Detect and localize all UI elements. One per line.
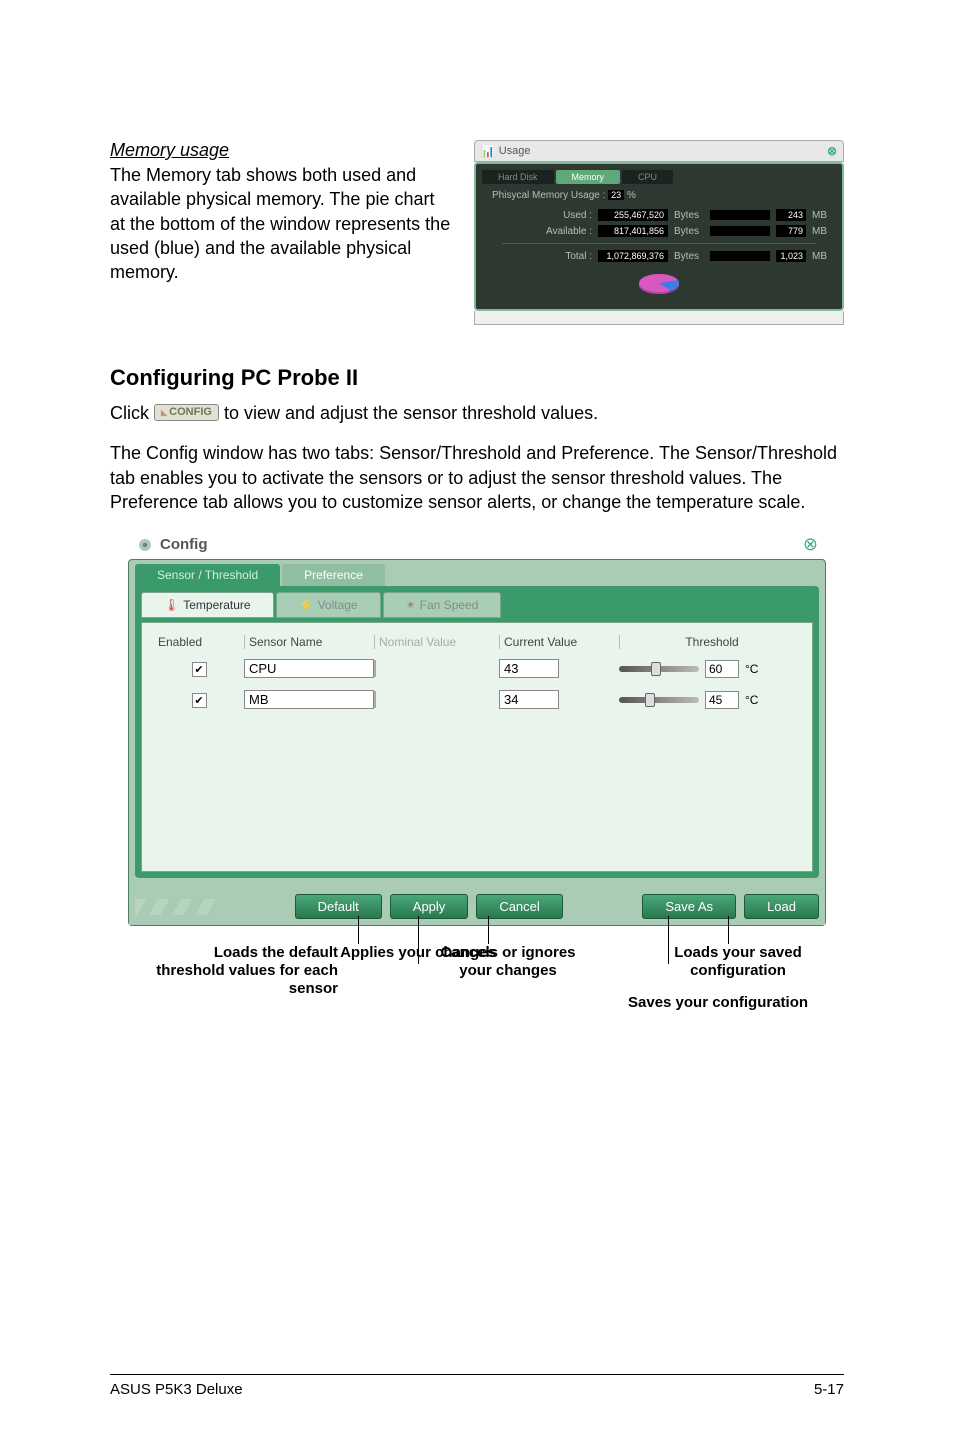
footer-right: 5-17 <box>814 1381 844 1398</box>
cpu-threshold-slider[interactable] <box>619 666 699 672</box>
click-prefix: Click <box>110 403 154 423</box>
close-icon[interactable]: ⊗ <box>803 534 818 555</box>
col-current-value: Current Value <box>499 635 619 649</box>
gear-icon <box>136 536 154 554</box>
cpu-unit: °C <box>745 662 758 676</box>
col-nominal-value: Nominal Value <box>374 635 499 649</box>
fan-icon: ✴ <box>406 598 416 612</box>
anno-save: Saves your configuration <box>628 994 828 1012</box>
mem-row-available: Available : 817,401,856 Bytes 779 MB <box>542 225 836 237</box>
tab-fan-speed[interactable]: ✴ Fan Speed <box>383 592 502 618</box>
mem-used-bytes: 255,467,520 <box>598 209 668 221</box>
mem-used-bar <box>710 210 770 220</box>
cpu-nominal-input <box>374 660 376 677</box>
annotations: Loads the default threshold values for e… <box>128 944 826 1064</box>
tab-memory[interactable]: Memory <box>556 170 621 184</box>
config-button-inline[interactable]: CONFIG <box>154 404 219 421</box>
click-suffix: to view and adjust the sensor threshold … <box>224 403 598 423</box>
mem-used-mb: 243 <box>776 209 806 221</box>
tab-hard-disk[interactable]: Hard Disk <box>482 170 554 184</box>
mb-current-input[interactable]: 34 <box>499 690 559 709</box>
stripes-decoration <box>135 899 215 915</box>
mem-total-unit: Bytes <box>674 251 704 262</box>
mem-avail-bar <box>710 226 770 236</box>
tab-fan-speed-label: Fan Speed <box>420 598 479 612</box>
chart-icon: 📊 <box>481 145 495 158</box>
mb-enabled-checkbox[interactable]: ✔ <box>192 693 207 708</box>
close-icon[interactable]: ⊗ <box>827 144 837 158</box>
voltage-icon: ⚡ <box>299 598 314 612</box>
tab-temperature[interactable]: 🌡 Temperature <box>141 592 274 618</box>
col-sensor-name: Sensor Name <box>244 635 374 649</box>
cpu-threshold-input[interactable]: 60 <box>705 660 739 678</box>
mb-threshold-input[interactable]: 45 <box>705 691 739 709</box>
col-threshold: Threshold <box>619 635 800 649</box>
save-as-button[interactable]: Save As <box>642 894 736 919</box>
mem-total-bar <box>710 251 770 261</box>
tab-sensor-threshold[interactable]: Sensor / Threshold <box>135 564 280 586</box>
mem-total-mb-unit: MB <box>812 251 827 262</box>
percent-sign: % <box>627 190 636 201</box>
phys-mem-label: Phisycal Memory Usage : <box>492 190 605 201</box>
mb-threshold-slider[interactable] <box>619 697 699 703</box>
phys-mem-percent: 23 <box>608 190 624 200</box>
mb-nominal-input <box>374 691 376 708</box>
cpu-enabled-checkbox[interactable]: ✔ <box>192 662 207 677</box>
usage-panel: 📊 Usage ⊗ Hard Disk Memory CPU Phisycal … <box>474 140 844 325</box>
sensor-row-cpu: ✔ CPU 43 60 °C <box>154 659 800 678</box>
mem-used-label: Used : <box>542 210 592 221</box>
mem-used-mb-unit: MB <box>812 210 827 221</box>
pie-chart-icon <box>634 270 684 296</box>
memory-usage-heading: Memory usage <box>110 140 454 161</box>
config-window-title: Config <box>160 536 207 553</box>
memory-usage-body: The Memory tab shows both used and avail… <box>110 163 454 284</box>
col-enabled: Enabled <box>154 635 244 649</box>
sensor-row-mb: ✔ MB 34 45 °C <box>154 690 800 709</box>
thermometer-icon: 🌡 <box>164 598 179 612</box>
footer-left: ASUS P5K3 Deluxe <box>110 1381 243 1398</box>
mem-row-total: Total : 1,072,869,376 Bytes 1,023 MB <box>542 250 836 262</box>
threshold-header: Enabled Sensor Name Nominal Value Curren… <box>154 635 800 651</box>
tab-voltage-label: Voltage <box>318 598 358 612</box>
anno-cancel: Cancels or ignores your changes <box>438 944 578 980</box>
mem-avail-mb-unit: MB <box>812 226 827 237</box>
tab-preference[interactable]: Preference <box>282 564 385 586</box>
para-2: The Config window has two tabs: Sensor/T… <box>110 441 844 514</box>
cpu-current-input[interactable]: 43 <box>499 659 559 678</box>
mem-avail-bytes: 817,401,856 <box>598 225 668 237</box>
mem-avail-unit: Bytes <box>674 226 704 237</box>
section-heading: Configuring PC Probe II <box>110 365 844 391</box>
mem-total-mb: 1,023 <box>776 250 806 262</box>
mem-avail-mb: 779 <box>776 225 806 237</box>
config-panel: Config ⊗ Sensor / Threshold Preference 🌡… <box>128 530 826 926</box>
mb-unit: °C <box>745 693 758 707</box>
tab-cpu[interactable]: CPU <box>622 170 673 184</box>
mem-used-unit: Bytes <box>674 210 704 221</box>
usage-title: Usage <box>499 145 531 157</box>
anno-load: Loads your saved configuration <box>638 944 838 980</box>
mem-total-bytes: 1,072,869,376 <box>598 250 668 262</box>
tab-voltage[interactable]: ⚡ Voltage <box>276 592 381 618</box>
default-button[interactable]: Default <box>295 894 382 919</box>
cpu-name-input[interactable]: CPU <box>244 659 374 678</box>
anno-default: Loads the default threshold values for e… <box>148 944 338 998</box>
mb-name-input[interactable]: MB <box>244 690 374 709</box>
load-button[interactable]: Load <box>744 894 819 919</box>
mem-avail-label: Available : <box>542 226 592 237</box>
cancel-button[interactable]: Cancel <box>476 894 562 919</box>
apply-button[interactable]: Apply <box>390 894 469 919</box>
tab-temperature-label: Temperature <box>183 598 250 612</box>
mem-total-label: Total : <box>542 251 592 262</box>
mem-row-used: Used : 255,467,520 Bytes 243 MB <box>542 209 836 221</box>
